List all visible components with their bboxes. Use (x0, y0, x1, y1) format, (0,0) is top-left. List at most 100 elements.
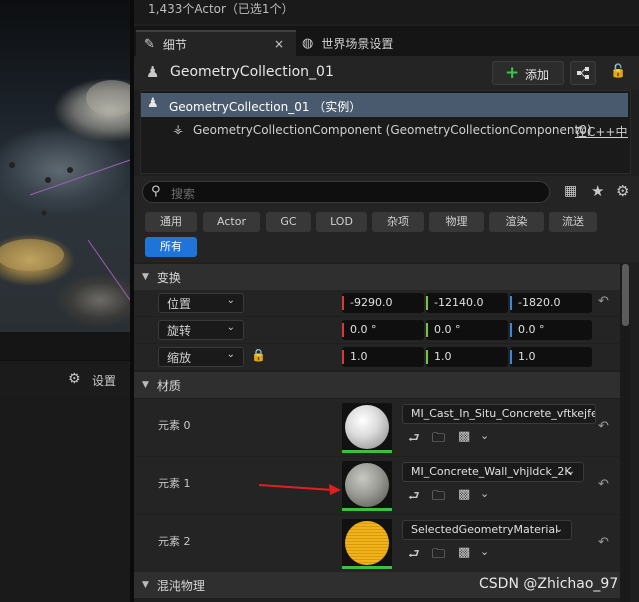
table-view-icon[interactable]: ▦ (564, 183, 577, 199)
checker-icon[interactable]: ▩ (458, 429, 470, 444)
gear-icon[interactable]: ⚙ (616, 182, 629, 200)
yellow-selection-preview (345, 521, 389, 565)
close-icon[interactable]: × (274, 37, 284, 51)
watermark: CSDN @Zhichao_97 (479, 576, 619, 592)
material-picker[interactable]: MI_Cast_In_Situ_Concrete_vftkejfew_ (402, 404, 596, 424)
material-picker[interactable]: SelectedGeometryMaterial ⌄ (402, 520, 572, 540)
thumbnail-underline (342, 566, 392, 569)
chevron-down-icon: ▼ (142, 380, 149, 390)
filter-lod[interactable]: LOD (316, 212, 367, 232)
scale-x-field[interactable]: 1.0 (342, 347, 424, 367)
grey-concrete-preview (345, 463, 389, 507)
rotation-x-field[interactable]: 0.0 ° (342, 320, 424, 340)
level-viewport[interactable] (0, 0, 130, 332)
scrollbar-thumb[interactable] (622, 264, 629, 326)
location-label: 位置 (167, 296, 192, 311)
component-tree: ♟ GeometryCollection_01 （实例） ⚶ GeometryC… (140, 90, 631, 174)
scale-y-value: 1.0 (434, 350, 452, 363)
tab-details[interactable]: ✎ 细节 × (136, 30, 296, 56)
category-filter-bar: 通用 Actor GC LOD 杂项 物理 渲染 流送 所有 (134, 208, 639, 262)
location-x-field[interactable]: -9290.0 (342, 293, 424, 313)
lock-icon[interactable]: 🔓 (610, 64, 626, 79)
actor-name[interactable]: GeometryCollection_01 (170, 64, 334, 80)
section-transform-title: 变换 (156, 270, 181, 285)
actor-header: ♟ GeometryCollection_01 + 添加 🔓 (134, 56, 639, 90)
open-in-cpp-link[interactable]: 在C++中打 (575, 123, 628, 140)
filter-streaming[interactable]: 流送 (549, 212, 597, 232)
material-picker[interactable]: MI_Concrete_Wall_vhjldck_2K ⌄ (402, 462, 584, 482)
search-input[interactable]: ⚲ 搜索 (142, 181, 550, 203)
reset-arrow-icon[interactable]: ↶ (598, 294, 609, 309)
material-element-row: 元素 0 MI_Cast_In_Situ_Concrete_vftkejfew_… (134, 399, 620, 456)
material-name: SelectedGeometryMaterial (411, 523, 559, 536)
tab-world-settings[interactable]: ◍ 世界场景设置 (296, 30, 446, 56)
element-label: 元素 0 (158, 419, 191, 432)
location-z-value: -1820.0 (518, 296, 561, 309)
chevron-down-icon[interactable]: ⌄ (480, 545, 489, 558)
plus-icon: + (505, 63, 520, 83)
element-label: 元素 1 (158, 477, 191, 490)
scale-label: 缩放 (167, 350, 192, 365)
filter-physics[interactable]: 物理 (429, 212, 484, 232)
browse-folder-icon[interactable]: 🗀 (432, 545, 445, 567)
use-selected-icon[interactable]: ⮐ (408, 487, 420, 509)
section-materials-title: 材质 (156, 378, 181, 393)
rotation-z-field[interactable]: 0.0 ° (510, 320, 592, 340)
tree-item-root[interactable]: ♟ GeometryCollection_01 （实例） (141, 93, 628, 117)
filter-gc[interactable]: GC (266, 212, 311, 232)
filter-general[interactable]: 通用 (145, 212, 197, 232)
location-y-field[interactable]: -12140.0 (426, 293, 508, 313)
location-mode-dropdown[interactable]: 位置 ⌄ (158, 293, 244, 313)
annotation-arrow (258, 484, 341, 495)
filter-actor[interactable]: Actor (203, 212, 260, 232)
material-name: MI_Concrete_Wall_vhjldck_2K (411, 465, 572, 478)
filter-misc[interactable]: 杂项 (372, 212, 424, 232)
rotation-mode-dropdown[interactable]: 旋转 ⌄ (158, 320, 244, 340)
actor-icon: ♟ (147, 96, 159, 111)
section-chaos-title: 混沌物理 (156, 578, 205, 593)
gear-icon[interactable]: ⚙ (68, 371, 81, 387)
location-y-value: -12140.0 (434, 296, 484, 309)
actor-icon: ♟ (146, 63, 160, 81)
lock-icon[interactable]: 🔒 (251, 348, 266, 362)
rotation-y-field[interactable]: 0.0 ° (426, 320, 508, 340)
section-materials[interactable]: ▼ 材质 (134, 372, 620, 398)
filter-rendering[interactable]: 渲染 (489, 212, 544, 232)
rotation-x-value: 0.0 ° (350, 323, 377, 336)
chevron-down-icon: ⌄ (554, 524, 563, 535)
scale-z-value: 1.0 (518, 350, 536, 363)
checker-icon[interactable]: ▩ (458, 487, 470, 502)
browse-folder-icon[interactable]: 🗀 (432, 487, 445, 509)
location-z-field[interactable]: -1820.0 (510, 293, 592, 313)
viewport-toolbar: ⚙ 设置 (0, 360, 130, 398)
add-component-button[interactable]: + 添加 (492, 61, 564, 85)
search-icon: ⚲ (151, 184, 161, 199)
scale-z-field[interactable]: 1.0 (510, 347, 592, 367)
left-lower-panel (0, 397, 130, 602)
settings-label[interactable]: 设置 (92, 372, 116, 389)
material-thumbnail[interactable] (342, 403, 392, 453)
star-icon[interactable]: ★ (591, 182, 604, 200)
material-thumbnail[interactable] (342, 519, 392, 569)
section-transform[interactable]: ▼ 变换 (134, 264, 620, 290)
blueprint-button[interactable] (570, 61, 596, 85)
chevron-down-icon[interactable]: ⌄ (480, 487, 489, 500)
transform-row-location: 位置 ⌄ -9290.0 -12140.0 -1820.0 ↶ (134, 290, 620, 316)
material-element-row: 元素 2 SelectedGeometryMaterial ⌄ ⮐ 🗀 ▩ ⌄ … (134, 515, 620, 572)
material-element-row: 元素 1 MI_Concrete_Wall_vhjldck_2K ⌄ ⮐ 🗀 ▩… (134, 457, 620, 514)
use-selected-icon[interactable]: ⮐ (408, 545, 420, 567)
checker-icon[interactable]: ▩ (458, 545, 470, 560)
material-thumbnail[interactable] (342, 461, 392, 511)
scale-mode-dropdown[interactable]: 缩放 ⌄ (158, 347, 244, 367)
use-selected-icon[interactable]: ⮐ (408, 429, 420, 451)
tab-details-label: 细节 (162, 37, 187, 52)
tree-item-component[interactable]: ⚶ GeometryCollectionComponent (GeometryC… (141, 118, 628, 142)
thumbnail-underline (342, 508, 392, 511)
reset-arrow-icon[interactable]: ↶ (598, 477, 609, 492)
browse-folder-icon[interactable]: 🗀 (432, 429, 445, 451)
chevron-down-icon[interactable]: ⌄ (480, 429, 489, 442)
scale-y-field[interactable]: 1.0 (426, 347, 508, 367)
filter-all[interactable]: 所有 (145, 237, 197, 257)
reset-arrow-icon[interactable]: ↶ (598, 535, 609, 550)
reset-arrow-icon[interactable]: ↶ (598, 419, 609, 434)
